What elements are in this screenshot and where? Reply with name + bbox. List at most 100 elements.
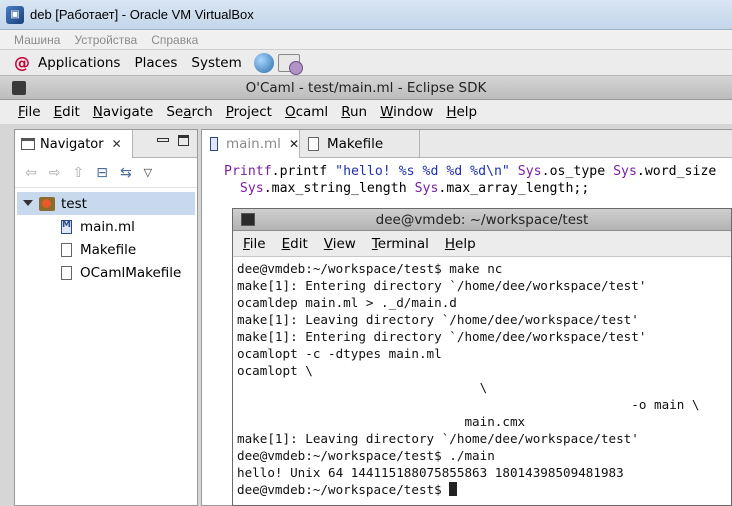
eclipse-titlebar: O'Caml - test/main.ml - Eclipse SDK: [0, 76, 732, 100]
collapse-all-icon[interactable]: ⊟: [96, 165, 108, 181]
terminal-menu-help[interactable]: Help: [445, 236, 476, 252]
tree-item-project[interactable]: test: [17, 192, 195, 215]
menu-run[interactable]: Run: [341, 104, 367, 120]
terminal-line: ocamldep main.ml > ._d/main.d: [237, 295, 457, 310]
navigator-view: Navigator ✕ ⇦ ⇨ ⇧ ⊟ ⇆ ▽ test main.ml Mak…: [14, 129, 198, 506]
menu-help[interactable]: Help: [446, 104, 477, 120]
code-token: .printf: [271, 164, 336, 179]
menu-window[interactable]: Window: [380, 104, 433, 120]
maximize-icon[interactable]: [178, 135, 189, 146]
code-string: "hello! %s %d %d %d\n": [335, 164, 510, 179]
gnome-top-panel: @ Applications Places System: [0, 50, 732, 76]
ml-file-icon: [210, 137, 218, 151]
terminal-line: dee@vmdeb:~/workspace/test$ make nc: [237, 261, 503, 276]
view-menu-chevron-down-icon[interactable]: ▽: [144, 166, 152, 179]
terminal-icon[interactable]: [241, 213, 255, 226]
terminal-line: dee@vmdeb:~/workspace/test$ ./main: [237, 448, 495, 463]
virtualbox-titlebar: ▣ deb [Работает] - Oracle VM VirtualBox: [0, 0, 732, 30]
tab-main-ml-label: main.ml: [226, 136, 281, 152]
tab-navigator[interactable]: Navigator ✕: [15, 130, 133, 158]
file-label: OCamlMakefile: [80, 264, 182, 281]
terminal-prompt: dee@vmdeb:~/workspace/test$: [237, 482, 450, 497]
terminal-menu-file[interactable]: File: [243, 236, 266, 252]
web-browser-launcher-icon[interactable]: [253, 52, 274, 73]
menu-search[interactable]: Search: [166, 104, 212, 120]
window-title: deb [Работает] - Oracle VM VirtualBox: [30, 7, 254, 22]
menu-project[interactable]: Project: [226, 104, 272, 120]
file-label: main.ml: [80, 218, 135, 235]
terminal-menu-view[interactable]: View: [324, 236, 356, 252]
forward-icon[interactable]: ⇨: [49, 165, 61, 181]
tree-item-file[interactable]: main.ml: [15, 215, 197, 238]
menu-edit[interactable]: Edit: [54, 104, 80, 120]
editor-tabbar: main.ml ✕ Makefile: [202, 130, 732, 158]
host-menubar: Машина Устройства Справка: [0, 30, 732, 50]
terminal-menu-edit[interactable]: Edit: [282, 236, 308, 252]
code-token: .word_size: [636, 164, 717, 179]
link-with-editor-icon[interactable]: ⇆: [120, 165, 132, 181]
panel-menu-places[interactable]: Places: [134, 55, 177, 71]
terminal-line: hello! Unix 64 144115188075855863 180143…: [237, 465, 624, 480]
navigator-tabbar: Navigator ✕: [15, 130, 197, 158]
terminal-line: make[1]: Entering directory `/home/dee/w…: [237, 278, 647, 293]
code-token: Printf: [224, 164, 272, 179]
code-token: Sys: [239, 181, 264, 196]
file-label: Makefile: [80, 241, 137, 258]
back-icon[interactable]: ⇦: [25, 165, 37, 181]
tab-navigator-label: Navigator: [40, 136, 104, 152]
host-menu-help[interactable]: Справка: [151, 33, 198, 47]
terminal-line: make[1]: Leaving directory `/home/dee/wo…: [237, 431, 639, 446]
mail-launcher-icon[interactable]: [277, 53, 303, 75]
host-menu-machine[interactable]: Машина: [14, 33, 60, 47]
tree-item-file[interactable]: Makefile: [15, 238, 197, 261]
close-icon[interactable]: ✕: [112, 137, 122, 151]
tree-item-file[interactable]: OCamlMakefile: [15, 261, 197, 284]
terminal-output[interactable]: dee@vmdeb:~/workspace/test$ make nc make[…: [233, 257, 731, 498]
terminal-menubar: File Edit View Terminal Help: [233, 231, 731, 257]
close-icon[interactable]: ✕: [289, 137, 299, 151]
tab-makefile[interactable]: Makefile: [300, 130, 420, 158]
expand-arrow-icon[interactable]: [23, 199, 33, 208]
code-token: .max_string_length: [263, 181, 415, 196]
terminal-window: dee@vmdeb: ~/workspace/test File Edit Vi…: [232, 208, 732, 506]
up-icon[interactable]: ⇧: [72, 165, 84, 181]
text-cursor: [449, 482, 458, 496]
menu-ocaml[interactable]: Ocaml: [285, 104, 328, 120]
eclipse-window-title: O'Caml - test/main.ml - Eclipse SDK: [245, 79, 487, 96]
virtualbox-icon: ▣: [6, 5, 24, 24]
panel-menu-applications[interactable]: Applications: [38, 55, 120, 71]
terminal-line: -o main \: [237, 397, 700, 412]
ocaml-project-icon: [39, 196, 55, 211]
code-token: Sys: [414, 181, 439, 196]
tab-makefile-label: Makefile: [327, 136, 384, 152]
debian-logo-icon[interactable]: @: [14, 53, 32, 72]
code-token: Sys: [517, 164, 542, 179]
navigator-icon: [21, 138, 35, 150]
minimize-icon[interactable]: [157, 138, 169, 142]
menu-navigate[interactable]: Navigate: [93, 104, 154, 120]
panel-menu-system[interactable]: System: [191, 55, 241, 71]
code-token: .os_type: [541, 164, 614, 179]
tab-main-ml[interactable]: main.ml ✕: [202, 130, 300, 158]
code-token: Sys: [613, 164, 637, 179]
eclipse-menubar: File Edit Navigate Search Project Ocaml …: [0, 100, 732, 124]
window-menu-icon[interactable]: [12, 81, 26, 95]
file-icon: [308, 137, 319, 151]
navigator-toolbar: ⇦ ⇨ ⇧ ⊟ ⇆ ▽: [15, 158, 197, 188]
terminal-prompt-line: dee@vmdeb:~/workspace/test$: [237, 481, 731, 498]
host-menu-devices[interactable]: Устройства: [74, 33, 137, 47]
ml-file-icon: [61, 219, 72, 234]
menu-file[interactable]: File: [18, 104, 41, 120]
file-icon: [61, 242, 72, 257]
terminal-line: make[1]: Entering directory `/home/dee/w…: [237, 329, 647, 344]
terminal-line: make[1]: Leaving directory `/home/dee/wo…: [237, 312, 639, 327]
navigator-tree: test main.ml Makefile OCamlMakefile: [15, 188, 197, 284]
terminal-menu-terminal[interactable]: Terminal: [372, 236, 429, 252]
code-token: .max_array_length;;: [438, 181, 590, 196]
terminal-line: ocamlopt \: [237, 363, 313, 378]
file-icon: [61, 265, 72, 280]
code-editor[interactable]: Printf.printf "hello! %s %d %d %d\n" Sys…: [202, 158, 732, 197]
terminal-titlebar: dee@vmdeb: ~/workspace/test: [233, 209, 731, 231]
terminal-line: ocamlopt -c -dtypes main.ml: [237, 346, 442, 361]
terminal-title: dee@vmdeb: ~/workspace/test: [375, 211, 589, 228]
